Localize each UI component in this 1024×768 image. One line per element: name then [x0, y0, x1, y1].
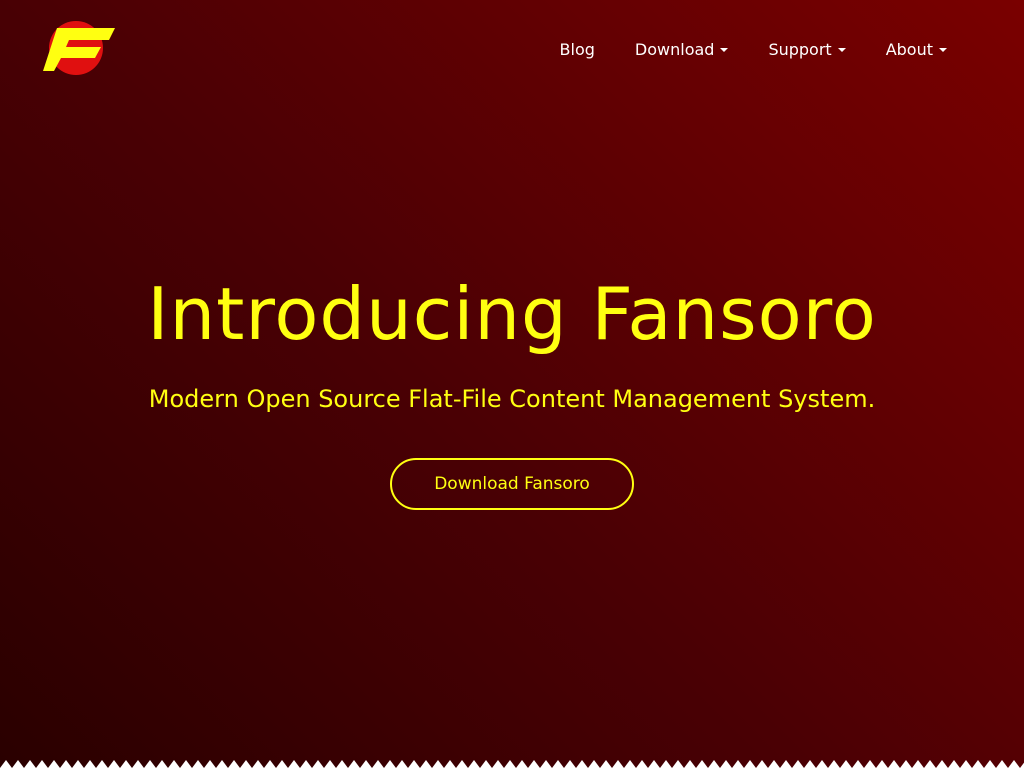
nav-blog-label: Blog — [559, 40, 595, 59]
fansoro-logo-icon — [43, 21, 115, 75]
nav-about-dropdown[interactable]: About — [886, 38, 947, 62]
hero-title: Introducing Fansoro — [147, 272, 877, 356]
nav-download-label: Download — [634, 40, 715, 59]
download-fansoro-button[interactable]: Download Fansoro — [390, 458, 634, 510]
nav-support-dropdown[interactable]: Support — [768, 38, 846, 62]
nav-blog-link[interactable]: Blog — [560, 38, 595, 62]
nav-download-dropdown[interactable]: Download — [635, 38, 729, 62]
caret-down-icon — [720, 48, 729, 52]
caret-down-icon — [939, 48, 947, 52]
site-logo[interactable] — [43, 20, 119, 76]
nav-about-label: About — [885, 40, 933, 59]
nav-support-label: Support — [768, 40, 832, 59]
zigzag-divider — [0, 756, 1024, 768]
hero-subtitle: Modern Open Source Flat-File Content Man… — [148, 385, 876, 413]
download-fansoro-button-label: Download Fansoro — [434, 474, 590, 494]
main-nav: Blog Download Support About — [560, 38, 1024, 62]
caret-down-icon — [837, 48, 846, 52]
